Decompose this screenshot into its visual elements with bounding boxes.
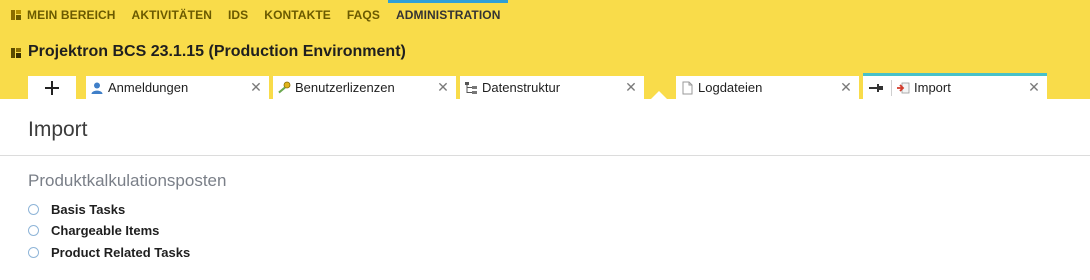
radio-button[interactable] (28, 203, 39, 215)
page-title: Import (28, 118, 88, 141)
plus-icon (45, 80, 59, 95)
close-icon[interactable]: ✕ (434, 79, 452, 96)
tab-import[interactable]: Import ✕ (863, 73, 1047, 99)
radio-button[interactable] (28, 246, 39, 258)
option-label: Basis Tasks (51, 201, 126, 217)
key-icon (278, 81, 291, 93)
tab-divider (891, 79, 892, 96)
divider (0, 155, 1090, 156)
option-label: Product Related Tasks (51, 244, 191, 260)
tab-label: Import (914, 80, 951, 95)
section-title: Produktkalkulationsposten (28, 171, 227, 190)
close-icon[interactable]: ✕ (1025, 79, 1043, 96)
tab-anmeldungen[interactable]: Anmeldungen ✕ (86, 76, 269, 99)
tab-label: Logdateien (698, 80, 763, 95)
user-icon (91, 82, 103, 94)
add-tab-button[interactable] (28, 76, 76, 99)
tab-label: Datenstruktur (482, 80, 561, 95)
environment-title: Projektron BCS 23.1.15 (Production Envir… (28, 43, 406, 60)
tab-label: Anmeldungen (108, 80, 189, 95)
document-icon (682, 81, 693, 94)
import-icon (897, 82, 910, 93)
tab-benutzerlizenzen[interactable]: Benutzerlizenzen ✕ (273, 76, 456, 99)
close-icon[interactable]: ✕ (622, 79, 640, 96)
environment-icon (11, 48, 21, 58)
nav-aktivitaeten[interactable]: AKTIVITÄTEN (124, 0, 220, 30)
tree-structure-icon (465, 81, 477, 94)
nav-kontakte[interactable]: KONTAKTE (256, 0, 339, 30)
pin-icon[interactable] (869, 81, 883, 95)
option-product-related-tasks[interactable]: Product Related Tasks (28, 243, 190, 261)
option-basis-tasks[interactable]: Basis Tasks (28, 200, 125, 218)
tab-separator-notch (651, 91, 667, 99)
close-icon[interactable]: ✕ (837, 79, 855, 96)
nav-ids[interactable]: IDS (220, 0, 256, 30)
nav-faqs[interactable]: FAQS (339, 0, 388, 30)
tab-datenstruktur[interactable]: Datenstruktur ✕ (460, 76, 644, 99)
radio-button[interactable] (28, 224, 39, 236)
option-label: Chargeable Items (51, 222, 160, 238)
tab-logdateien[interactable]: Logdateien ✕ (676, 76, 859, 99)
close-icon[interactable]: ✕ (247, 79, 265, 96)
top-navigation: MEIN BEREICH AKTIVITÄTEN IDS KONTAKTE FA… (0, 0, 508, 30)
nav-mein-bereich[interactable]: MEIN BEREICH (0, 0, 124, 30)
tab-label: Benutzerlizenzen (295, 80, 395, 95)
nav-administration[interactable]: ADMINISTRATION (387, 0, 509, 30)
option-chargeable-items[interactable]: Chargeable Items (28, 221, 159, 239)
